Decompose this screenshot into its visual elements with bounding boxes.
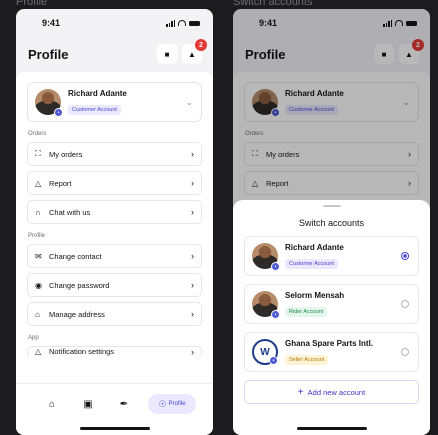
avatar: •	[35, 89, 63, 117]
plus-icon: +	[297, 386, 304, 398]
menu-item-label: Notification settings	[49, 347, 115, 356]
account-role-badge: Rider Account	[285, 306, 328, 317]
bell-icon: △	[35, 347, 42, 356]
tab-profile-label: Profile	[168, 401, 186, 407]
battery-icon	[189, 20, 200, 26]
bell-icon: ▲	[188, 49, 196, 59]
sheet-drag-handle[interactable]	[322, 205, 341, 207]
menu-item-notification-settings[interactable]: △ Notification settings ›	[27, 346, 202, 356]
menu-item-label: Chat with us	[49, 207, 91, 217]
account-role-badge: Customer Account	[285, 258, 338, 269]
account-name: Selorm Mensah	[285, 290, 345, 300]
home-icon: ⌂	[35, 309, 40, 319]
chat-bubble-icon: ■	[164, 49, 170, 59]
menu-item-label: Report	[49, 178, 72, 188]
account-name: Richard Adante	[285, 242, 344, 252]
section-orders-label: Orders	[28, 131, 47, 137]
account-radio-selected[interactable]	[401, 252, 409, 260]
profile-content: • Richard Adante Customer Account ⌄ Orde…	[16, 72, 213, 435]
signal-icon	[166, 19, 175, 27]
chevron-right-icon: ›	[191, 207, 194, 217]
avatar: •	[252, 243, 280, 271]
page-title: Profile	[28, 46, 69, 62]
chevron-down-icon[interactable]: ⌄	[185, 97, 193, 108]
menu-item-report[interactable]: △ Report ›	[27, 171, 202, 195]
menu-item-chat-with-us[interactable]: ∩ Chat with us ›	[27, 200, 202, 224]
company-logo-icon: W •	[252, 339, 278, 365]
menu-item-label: Change contact	[49, 251, 102, 261]
tab-profile[interactable]: ☉ Profile	[148, 394, 196, 414]
sheet-title: Switch accounts	[298, 218, 365, 228]
tab-home[interactable]: ⌂	[34, 394, 70, 414]
status-time: 9:41	[42, 18, 61, 28]
account-role-badge: Seller Account	[285, 354, 329, 365]
account-option-ghana-spare-parts[interactable]: W • Ghana Spare Parts Intl. Seller Accoun…	[244, 332, 419, 372]
menu-item-manage-address[interactable]: ⌂ Manage address ›	[27, 302, 202, 326]
switch-accounts-screen: 9:41 Profile ■ ▲ 2 • Richard Adante Cust…	[233, 9, 430, 435]
page-header: Profile ■ ▲ 2	[16, 37, 213, 71]
add-new-account-label: Add new account	[307, 387, 366, 397]
menu-item-label: My orders	[49, 149, 83, 159]
frame-label-switch-accounts: Switch accounts	[233, 0, 313, 8]
headset-icon: ∩	[35, 207, 41, 217]
section-app-label: App	[28, 335, 39, 341]
account-radio[interactable]	[401, 300, 409, 308]
menu-item-change-contact[interactable]: ✉ Change contact ›	[27, 244, 202, 268]
eye-icon: ◉	[35, 280, 42, 290]
switch-accounts-sheet: Switch accounts • Richard Adante Custome…	[233, 200, 430, 435]
chat-button[interactable]: ■	[157, 44, 177, 64]
home-indicator	[297, 427, 367, 430]
menu-item-my-orders[interactable]: ⛶ My orders ›	[27, 142, 202, 166]
chevron-right-icon: ›	[191, 280, 194, 290]
verified-icon: •	[269, 356, 278, 365]
warning-icon: △	[35, 178, 42, 188]
user-icon: ☉	[158, 398, 167, 409]
account-switcher-card[interactable]: • Richard Adante Customer Account ⌄	[27, 82, 202, 122]
account-role-badge: Customer Account	[68, 104, 121, 115]
add-new-account-button[interactable]: + Add new account	[244, 380, 419, 404]
account-radio[interactable]	[401, 348, 409, 356]
account-option-richard[interactable]: • Richard Adante Customer Account	[244, 236, 419, 276]
menu-item-change-password[interactable]: ◉ Change password ›	[27, 273, 202, 297]
section-profile-label: Profile	[28, 233, 46, 239]
cart-icon: ▣	[83, 398, 93, 410]
wifi-icon	[178, 20, 186, 26]
account-name: Richard Adante	[68, 88, 127, 98]
frame-label-profile: Profile	[16, 0, 48, 8]
notification-badge: 2	[195, 39, 207, 51]
chevron-right-icon: ›	[191, 149, 194, 159]
verified-icon: •	[54, 108, 63, 117]
status-bar: 9:41	[16, 9, 213, 37]
home-indicator	[80, 427, 150, 430]
account-option-selorm[interactable]: • Selorm Mensah Rider Account	[244, 284, 419, 324]
chevron-right-icon: ›	[191, 178, 194, 188]
avatar: •	[252, 291, 280, 319]
mail-icon: ✉	[35, 251, 42, 261]
tab-cart[interactable]: ▣	[70, 394, 106, 414]
home-icon: ⌂	[48, 398, 56, 410]
verified-icon: •	[271, 262, 280, 271]
chevron-right-icon: ›	[191, 251, 194, 261]
chevron-right-icon: ›	[191, 346, 194, 356]
tab-tools[interactable]: ✒	[106, 394, 142, 414]
wrench-icon: ✒	[119, 398, 129, 410]
account-name: Ghana Spare Parts Intl.	[285, 338, 374, 348]
notifications-button[interactable]: ▲ 2	[182, 39, 207, 64]
menu-item-label: Manage address	[49, 309, 105, 319]
verified-icon: •	[271, 310, 280, 319]
truck-icon: ⛶	[35, 149, 41, 158]
menu-item-label: Change password	[49, 280, 110, 290]
chevron-right-icon: ›	[191, 309, 194, 319]
profile-screen: 9:41 Profile ■ ▲ 2 • Richard Adante Cust…	[16, 9, 213, 435]
